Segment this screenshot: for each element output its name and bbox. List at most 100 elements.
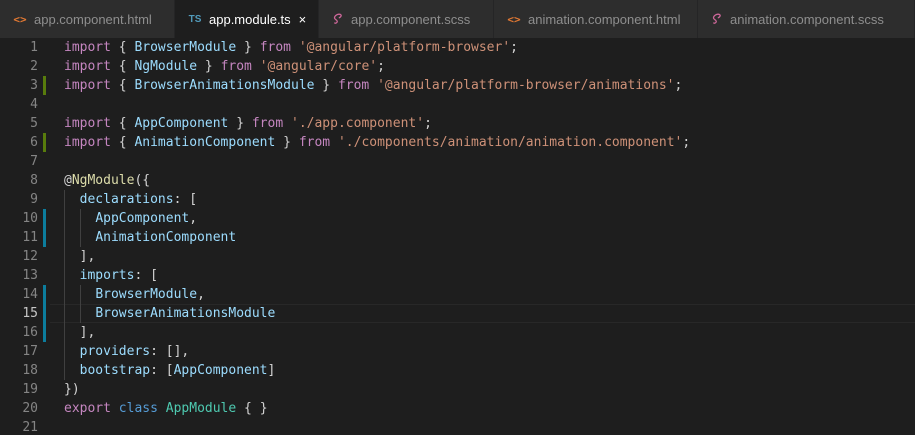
gutter-modified-marker[interactable] bbox=[43, 209, 46, 228]
code-line[interactable]: 7 bbox=[0, 152, 915, 171]
code-token: './components/animation/animation.compon… bbox=[337, 135, 683, 150]
code-token: imports bbox=[79, 268, 135, 283]
tab-app-component-scss[interactable]: app.component.scss bbox=[319, 0, 494, 38]
code-line[interactable]: 13 imports: [ bbox=[0, 266, 915, 285]
code-line[interactable]: 12 ], bbox=[0, 247, 915, 266]
code-line[interactable]: 8 @NgModule({ bbox=[0, 171, 915, 190]
tab-app-component-html[interactable]: <> app.component.html bbox=[0, 0, 175, 38]
html-file-icon: <> bbox=[13, 12, 27, 26]
code-token: ({ bbox=[134, 173, 151, 188]
tab-app-module-ts[interactable]: TS app.module.ts × bbox=[175, 0, 319, 38]
code-token: } bbox=[228, 116, 252, 131]
code-token: : [], bbox=[150, 344, 190, 359]
line-number: 9 bbox=[30, 192, 38, 207]
tab-animation-component-scss[interactable]: animation.component.scss bbox=[698, 0, 915, 38]
code-line[interactable]: 3 import { BrowserAnimationsModule } from… bbox=[0, 76, 915, 95]
code-line[interactable]: 4 bbox=[0, 95, 915, 114]
code-line[interactable]: 19}) bbox=[0, 380, 915, 399]
code-token: import bbox=[64, 59, 111, 74]
code-line[interactable]: 1 import { BrowserModule } from '@angular… bbox=[0, 38, 915, 57]
code-line[interactable]: 21 bbox=[0, 418, 915, 435]
code-token: } bbox=[197, 59, 221, 74]
line-number: 4 bbox=[30, 97, 38, 112]
line-number: 12 bbox=[22, 249, 38, 264]
code-token: BrowserAnimationsModule bbox=[95, 306, 276, 321]
code-token: ] bbox=[267, 363, 276, 378]
gutter-modified-marker[interactable] bbox=[43, 228, 46, 247]
gutter-added-marker[interactable] bbox=[43, 133, 46, 152]
code-line[interactable]: 14 BrowserModule, bbox=[0, 285, 915, 304]
code-token: import bbox=[64, 135, 111, 150]
editor-tab-bar: <> app.component.html TS app.module.ts × app.… bbox=[0, 0, 915, 38]
code-token: : [ bbox=[173, 192, 198, 207]
code-line[interactable]: 16 ], bbox=[0, 323, 915, 342]
tab-animation-component-html[interactable]: <> animation.component.html bbox=[494, 0, 698, 38]
code-token: { bbox=[110, 78, 135, 93]
code-token: , bbox=[197, 287, 205, 302]
line-number: 3 bbox=[30, 78, 38, 93]
code-token: AppComponent bbox=[134, 116, 229, 131]
line-number: 18 bbox=[22, 363, 38, 378]
code-token: from bbox=[251, 116, 284, 131]
code-editor[interactable]: 1 import { BrowserModule } from '@angular… bbox=[0, 38, 915, 435]
code-token: './app.component' bbox=[291, 116, 425, 131]
line-code: export class AppModule { } bbox=[64, 399, 268, 418]
code-token: NgModule bbox=[71, 173, 135, 188]
line-code: declarations: [ bbox=[64, 190, 197, 209]
code-token: ; bbox=[510, 40, 518, 55]
code-token: AppComponent bbox=[173, 363, 268, 378]
line-code: AppComponent, bbox=[64, 209, 197, 228]
code-token: AnimationComponent bbox=[95, 230, 237, 245]
code-token: providers bbox=[79, 344, 151, 359]
line-number: 5 bbox=[30, 116, 38, 131]
code-token: { bbox=[110, 40, 135, 55]
tab-label: animation.component.html bbox=[528, 11, 681, 27]
code-line[interactable]: 15 BrowserAnimationsModule bbox=[0, 304, 915, 323]
code-token: import bbox=[64, 78, 111, 93]
line-code: imports: [ bbox=[64, 266, 158, 285]
line-code: import { AppComponent } from './app.comp… bbox=[64, 114, 432, 133]
gutter-modified-marker[interactable] bbox=[43, 285, 46, 304]
code-line[interactable]: 17 providers: [], bbox=[0, 342, 915, 361]
sass-file-icon bbox=[710, 13, 724, 25]
code-token: @ bbox=[64, 173, 72, 188]
code-token: '@angular/core' bbox=[259, 59, 378, 74]
code-token: from bbox=[337, 78, 370, 93]
code-line[interactable]: 20 export class AppModule { } bbox=[0, 399, 915, 418]
line-code: import { AnimationComponent } from './co… bbox=[64, 133, 690, 152]
line-number: 20 bbox=[22, 401, 38, 416]
code-token: export bbox=[64, 401, 111, 416]
code-token: { bbox=[110, 116, 135, 131]
code-token: } bbox=[314, 78, 338, 93]
code-line[interactable]: 2 import { NgModule } from '@angular/core… bbox=[0, 57, 915, 76]
code-line[interactable]: 9 declarations: [ bbox=[0, 190, 915, 209]
line-code: bootstrap: [AppComponent] bbox=[64, 361, 276, 380]
line-number: 17 bbox=[22, 344, 38, 359]
line-code: BrowserAnimationsModule bbox=[64, 304, 275, 323]
code-line[interactable]: 5 import { AppComponent } from './app.com… bbox=[0, 114, 915, 133]
code-token: : [ bbox=[150, 363, 174, 378]
code-line[interactable]: 18 bootstrap: [AppComponent] bbox=[0, 361, 915, 380]
line-code: import { BrowserAnimationsModule } from … bbox=[64, 76, 682, 95]
line-code: import { BrowserModule } from '@angular/… bbox=[64, 38, 518, 57]
close-icon[interactable]: × bbox=[299, 12, 307, 27]
code-token: ; bbox=[674, 78, 683, 93]
line-number: 13 bbox=[22, 268, 38, 283]
code-line[interactable]: 10 AppComponent, bbox=[0, 209, 915, 228]
code-line[interactable]: 6 import { AnimationComponent } from './c… bbox=[0, 133, 915, 152]
gutter-added-marker[interactable] bbox=[43, 76, 46, 95]
line-code: @NgModule({ bbox=[64, 171, 150, 190]
code-line[interactable]: 11 AnimationComponent bbox=[0, 228, 915, 247]
line-code: BrowserModule, bbox=[64, 285, 205, 304]
gutter-modified-marker[interactable] bbox=[43, 304, 46, 323]
code-token: from bbox=[298, 135, 331, 150]
gutter-modified-marker[interactable] bbox=[43, 323, 46, 342]
